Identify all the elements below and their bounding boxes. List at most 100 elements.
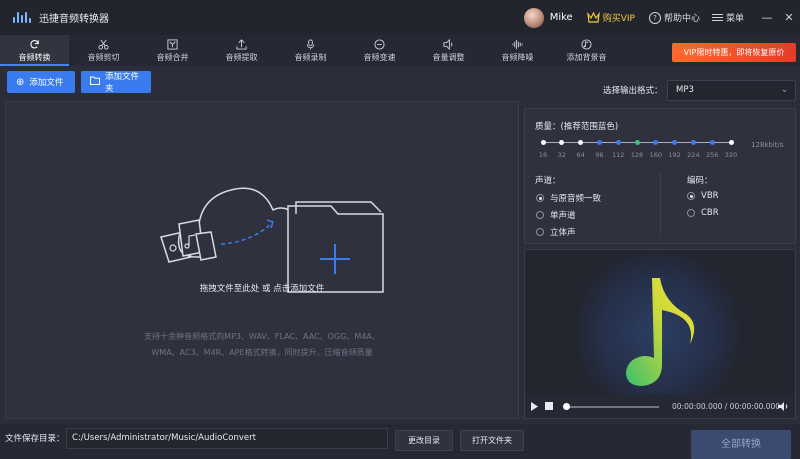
vip-crown-icon — [586, 12, 600, 23]
microphone-icon — [305, 38, 316, 50]
add-folder-button[interactable]: 添加文件夹 — [81, 71, 151, 94]
tab-volume-adjust[interactable]: 音量调整 — [414, 35, 483, 66]
divider — [660, 172, 661, 234]
radio-encoding-vbr[interactable]: VBR — [687, 191, 719, 201]
help-icon: ? — [648, 11, 661, 24]
stop-icon[interactable] — [545, 402, 553, 410]
music-note-icon — [626, 278, 695, 386]
quality-stop-32[interactable] — [559, 140, 565, 145]
tab-label: 音频合并 — [156, 53, 189, 62]
tab-add-background-music[interactable]: 添加背景音 — [552, 35, 621, 66]
channel-label: 声道： — [535, 176, 561, 186]
quality-stop-192[interactable] — [672, 140, 678, 145]
tab-label: 音频变速 — [363, 53, 396, 62]
radio-label: 单声道 — [550, 211, 576, 221]
radio-encoding-cbr[interactable]: CBR — [687, 208, 719, 218]
tab-noise-reduction[interactable]: 音频降噪 — [483, 35, 552, 66]
quality-tick-label: 192 — [668, 151, 681, 159]
quality-stop-320[interactable] — [728, 140, 734, 145]
quality-stop-256[interactable] — [709, 140, 715, 145]
tab-audio-cut[interactable]: 音频剪切 — [69, 35, 138, 66]
quality-stop-112[interactable] — [615, 140, 621, 145]
extract-icon — [236, 38, 247, 50]
quality-stop-96[interactable] — [596, 140, 602, 145]
add-file-label: 添加文件 — [29, 78, 64, 88]
save-directory-field[interactable]: C:/Users/Administrator/Music/AudioConver… — [66, 428, 388, 449]
radio-label: CBR — [701, 208, 719, 218]
player-controls: 00:00:00.000 / 00:00:00.000 — [525, 395, 795, 418]
add-folder-label: 添加文件夹 — [105, 72, 140, 94]
tab-label: 音量调整 — [432, 53, 465, 62]
supported-formats-hint-1: 支持十余种音频格式向MP3、WAV、FLAC、AAC、OGG、M4A、 — [144, 332, 380, 341]
help-center-link[interactable]: 帮助中心 — [664, 11, 700, 24]
vip-promo-banner[interactable]: VIP限时特惠，即将恢复原价 — [672, 43, 796, 62]
merge-icon — [167, 38, 178, 50]
quality-tick-label: 16 — [538, 151, 548, 159]
playback-progress[interactable] — [566, 406, 659, 408]
tab-audio-extract[interactable]: 音频提取 — [207, 35, 276, 66]
radio-channel-stereo[interactable]: 立体声 — [536, 226, 576, 238]
chevron-down-icon: ⌄ — [780, 85, 788, 95]
radio-circle — [536, 211, 544, 219]
waveform-icon — [512, 38, 523, 50]
play-icon[interactable] — [530, 401, 539, 415]
quality-tick-label: 160 — [649, 151, 662, 159]
radio-channel-original[interactable]: 与原音频一致 — [536, 192, 601, 204]
radio-circle — [536, 194, 544, 202]
scissors-icon — [98, 38, 109, 50]
quality-tick-label: 256 — [705, 151, 719, 159]
music-icon — [581, 38, 592, 50]
speed-icon — [374, 38, 385, 50]
minimize-button[interactable]: — — [756, 0, 778, 35]
output-format-select[interactable]: MP3 ⌄ — [667, 80, 796, 101]
avatar[interactable] — [523, 7, 544, 28]
app-title: 迅捷音频转换器 — [39, 14, 109, 25]
quality-stop-128[interactable] — [634, 140, 640, 145]
output-format-value: MP3 — [676, 85, 694, 95]
quality-stop-16[interactable] — [540, 140, 546, 145]
menu-icon — [711, 12, 723, 23]
volume-icon — [443, 38, 454, 50]
menu-button[interactable]: 菜单 — [726, 11, 744, 24]
tab-audio-convert[interactable]: 音频转换 — [0, 35, 69, 66]
tab-label: 音频录制 — [294, 53, 327, 62]
tab-audio-speed[interactable]: 音频变速 — [345, 35, 414, 66]
radio-channel-mono[interactable]: 单声道 — [536, 209, 576, 221]
tab-label: 音频转换 — [18, 53, 51, 62]
file-drop-area[interactable]: 拖拽文件至此处 或 点击添加文件 支持十余种音频格式向MP3、WAV、FLAC、… — [5, 101, 519, 419]
current-bitrate: 128kbit/s — [751, 141, 784, 149]
quality-stop-64[interactable] — [578, 140, 584, 145]
app-window: 迅捷音频转换器 Mike 购买VIP ? 帮助中心 菜单 — ✕ 音频转换 音频… — [0, 0, 800, 459]
radio-circle — [687, 192, 695, 200]
tab-audio-merge[interactable]: 音频合并 — [138, 35, 207, 66]
quality-stop-160[interactable] — [653, 140, 659, 145]
radio-circle — [687, 209, 695, 217]
quality-stop-224[interactable] — [690, 140, 696, 145]
change-directory-button[interactable]: 更改目录 — [395, 430, 453, 451]
quality-tick-label: 32 — [557, 151, 566, 159]
user-name[interactable]: Mike — [550, 12, 573, 23]
drop-illustration — [160, 187, 384, 293]
output-format-label: 选择输出格式： — [603, 86, 663, 96]
quality-tick-label: 112 — [611, 151, 625, 159]
radio-label: 与原音频一致 — [550, 194, 602, 204]
quality-tick-label: 320 — [724, 151, 738, 159]
plus-circle-icon: ⊕ — [16, 76, 25, 88]
speaker-icon[interactable] — [777, 401, 789, 415]
buy-vip-link[interactable]: 购买VIP — [603, 11, 635, 24]
open-folder-button[interactable]: 打开文件夹 — [460, 430, 524, 451]
tab-label: 音频提取 — [225, 53, 258, 62]
quality-tick-label: 96 — [595, 151, 604, 159]
radio-label: VBR — [701, 191, 719, 201]
tab-label: 音频剪切 — [87, 53, 120, 62]
add-file-button[interactable]: ⊕ 添加文件 — [7, 71, 75, 93]
close-button[interactable]: ✕ — [778, 0, 800, 35]
folder-icon — [90, 76, 100, 88]
playback-handle[interactable] — [563, 403, 570, 410]
title-bar: 迅捷音频转换器 Mike 购买VIP ? 帮助中心 菜单 — ✕ — [0, 0, 800, 35]
tab-label: 添加背景音 — [566, 53, 607, 62]
convert-all-button[interactable]: 全部转换 — [691, 430, 791, 459]
radio-circle — [536, 228, 544, 236]
quality-tick-label: 128 — [630, 151, 644, 159]
tab-audio-record[interactable]: 音频录制 — [276, 35, 345, 66]
